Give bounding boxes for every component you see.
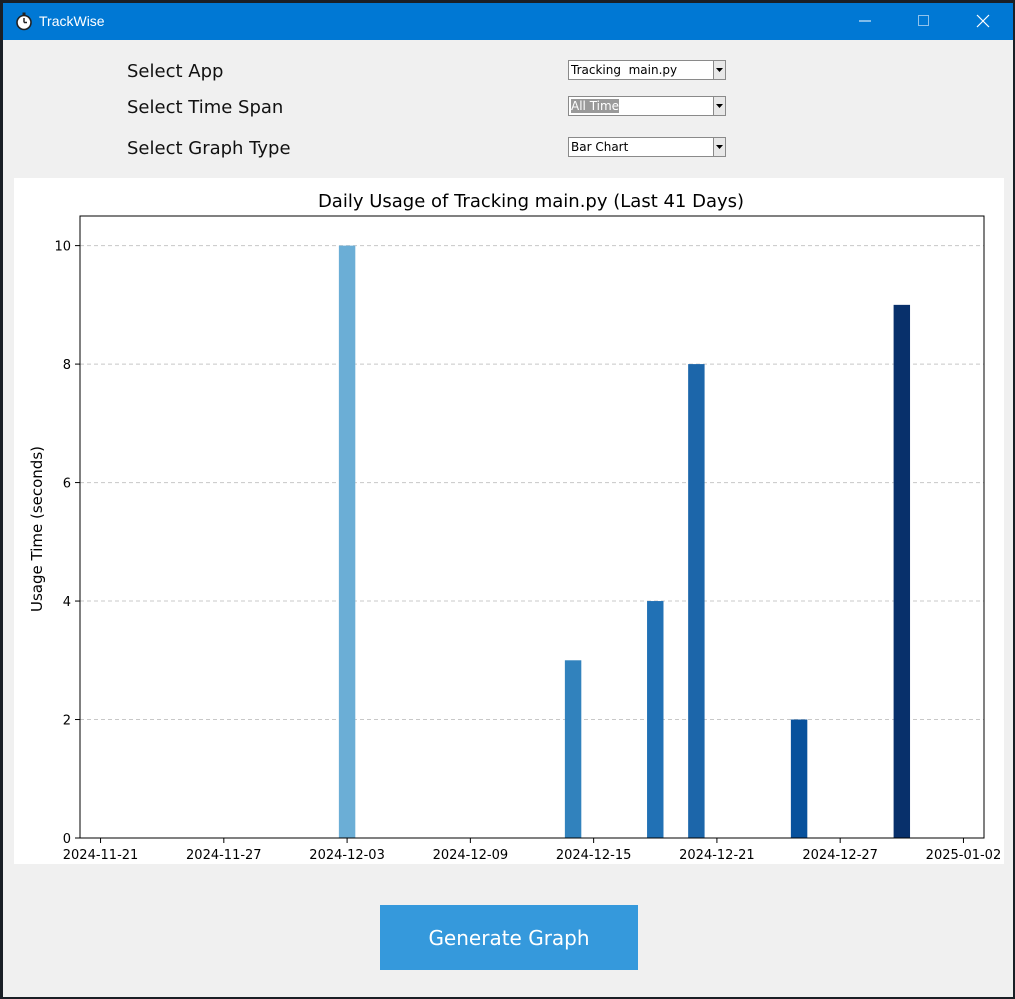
y-tick-label: 4 (63, 595, 71, 610)
x-tick-label: 2024-12-15 (556, 848, 632, 863)
usage-bar-chart: Daily Usage of Tracking main.py (Last 41… (28, 191, 1002, 863)
bar (564, 660, 582, 838)
bar (647, 601, 664, 838)
y-tick-label: 8 (63, 358, 71, 373)
x-tick-label: 2025-01-02 (926, 848, 1002, 863)
select-app-dropdown[interactable]: Tracking main.py (568, 60, 726, 80)
select-graphtype-dropdown[interactable]: Bar Chart (568, 137, 726, 157)
trackwise-window: TrackWise Select App Tracking main.py Se… (3, 3, 1013, 997)
select-app-label: Select App (127, 61, 224, 82)
dropdown-arrow-icon[interactable] (713, 97, 725, 115)
bar (790, 719, 808, 838)
y-tick-label: 10 (54, 240, 71, 255)
x-tick-label: 2024-11-27 (186, 848, 262, 863)
dropdown-arrow-icon[interactable] (713, 61, 725, 79)
close-icon (976, 14, 990, 28)
bar (688, 364, 705, 838)
bar (893, 304, 911, 838)
x-tick-label: 2024-12-27 (802, 848, 878, 863)
y-tick-label: 0 (63, 832, 71, 847)
select-timespan-dropdown[interactable]: All Time (568, 96, 726, 116)
select-timespan-label: Select Time Span (127, 97, 284, 118)
x-tick-label: 2024-12-09 (433, 848, 509, 863)
y-tick-label: 6 (63, 477, 71, 492)
x-tick-label: 2024-12-03 (309, 848, 385, 863)
close-button[interactable] (954, 3, 1012, 40)
stopwatch-icon (16, 12, 32, 31)
x-tick-label: 2024-12-21 (679, 848, 755, 863)
select-graphtype-label: Select Graph Type (127, 138, 291, 159)
select-timespan-value: All Time (571, 99, 620, 113)
title-bar: TrackWise (3, 3, 1013, 40)
plot-frame (79, 215, 985, 839)
bar (338, 245, 356, 839)
y-tick-label: 2 (63, 714, 71, 729)
chart-title: Daily Usage of Tracking main.py (Last 41… (318, 191, 744, 212)
window-title: TrackWise (39, 13, 105, 29)
y-axis-label: Usage Time (seconds) (28, 446, 46, 612)
minimize-icon (859, 20, 871, 22)
x-tick-label: 2024-11-21 (63, 848, 139, 863)
select-app-value: Tracking main.py (571, 63, 678, 77)
maximize-icon (918, 15, 929, 26)
chart-panel: Daily Usage of Tracking main.py (Last 41… (14, 178, 1004, 864)
generate-graph-button[interactable]: Generate Graph (380, 905, 638, 970)
dropdown-arrow-icon[interactable] (713, 138, 725, 156)
maximize-button[interactable] (895, 3, 953, 40)
minimize-button[interactable] (836, 3, 894, 40)
select-graphtype-value: Bar Chart (571, 140, 629, 154)
